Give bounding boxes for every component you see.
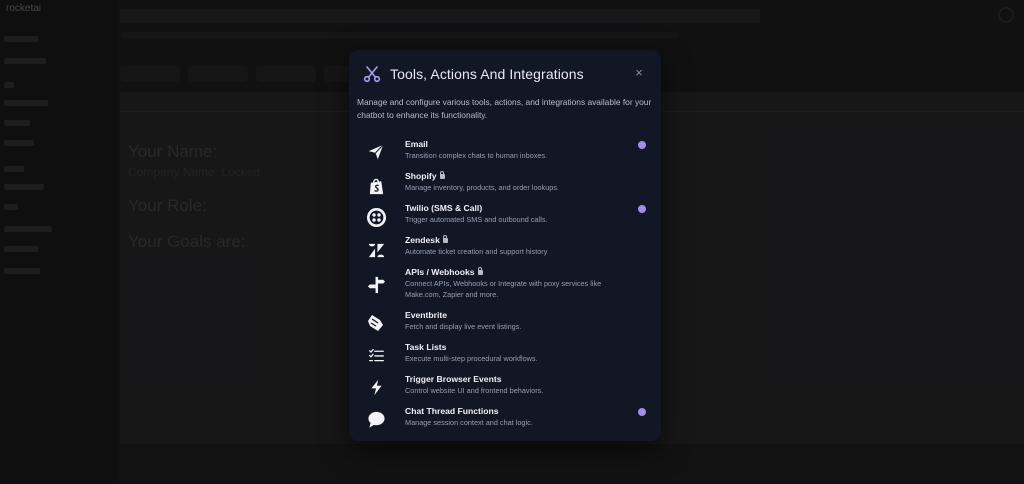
tools-scissors-icon: [363, 66, 381, 83]
twilio-icon: [365, 206, 387, 228]
modal-title: Tools, Actions And Integrations: [390, 66, 584, 82]
tools-modal: Tools, Actions And Integrations × Manage…: [349, 50, 661, 441]
tool-name-label: Shopify: [405, 171, 437, 181]
tool-description: Fetch and display live event listings.: [405, 322, 522, 331]
enabled-indicator[interactable]: [638, 408, 646, 416]
tool-description: Execute multi-step procedural workflows.: [405, 354, 538, 363]
api-signpost-icon: [365, 273, 387, 295]
tool-name: Trigger Browser Events: [405, 374, 502, 384]
tool-name: Zendesk: [405, 234, 448, 245]
zendesk-icon: [365, 239, 387, 261]
modal-description: Manage and configure various tools, acti…: [357, 97, 652, 120]
tool-name: Eventbrite: [405, 310, 448, 320]
chat-bubble-icon: [365, 408, 387, 430]
eventbrite-icon: [365, 312, 387, 334]
close-button[interactable]: ×: [632, 66, 646, 80]
tool-name: Chat Thread Functions: [405, 406, 499, 416]
modal-header: Tools, Actions And Integrations: [363, 65, 584, 83]
tool-name: Task Lists: [405, 342, 447, 352]
enabled-indicator[interactable]: [638, 205, 646, 213]
tool-description: Control website UI and frontend behavior…: [405, 386, 544, 395]
tool-name: Email: [405, 139, 428, 149]
lock-icon: [439, 170, 445, 179]
lock-icon: [477, 266, 483, 275]
enabled-indicator[interactable]: [638, 141, 646, 149]
tool-name: Shopify: [405, 170, 445, 181]
tool-description: Manage inventory, products, and order lo…: [405, 183, 560, 192]
tool-name: Twilio (SMS & Call): [405, 203, 483, 213]
tool-description: Connect APIs, Webhooks or Integrate with…: [405, 279, 602, 299]
tool-name-label: APIs / Webhooks: [405, 267, 475, 277]
tool-description: Trigger automated SMS and outbound calls…: [405, 215, 548, 224]
tool-name: APIs / Webhooks: [405, 266, 483, 277]
tool-description: Transition complex chats to human inboxe…: [405, 151, 548, 160]
tool-description: Automate ticket creation and support his…: [405, 247, 548, 256]
lock-icon: [442, 234, 448, 243]
shopify-icon: [365, 175, 387, 197]
lightning-icon: [365, 376, 387, 398]
task-list-icon: [365, 344, 387, 366]
send-icon: [365, 141, 387, 163]
tool-name-label: Zendesk: [405, 235, 440, 245]
tool-description: Manage session context and chat logic.: [405, 418, 533, 427]
